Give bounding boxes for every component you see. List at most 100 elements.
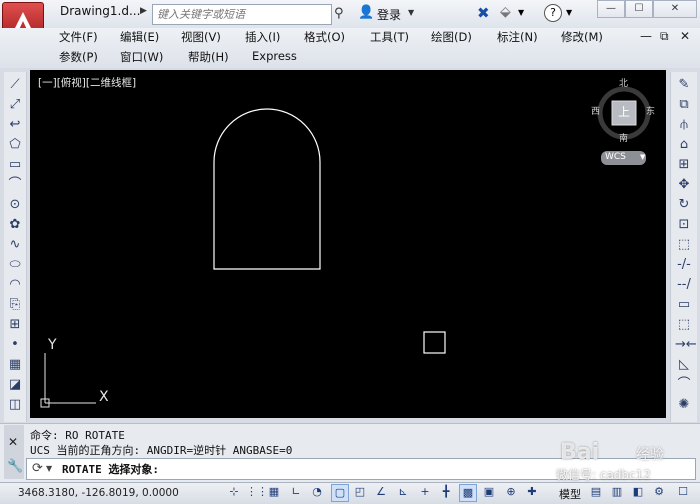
fillet-icon[interactable]: ◺ — [675, 356, 693, 374]
play-arrow-icon[interactable]: ▶ — [140, 6, 150, 20]
grid-display-icon[interactable]: ▦ — [266, 484, 282, 500]
arc-icon[interactable]: ⌒ — [6, 176, 24, 194]
maximize-icon[interactable]: ☐ — [625, 0, 653, 18]
chevron-down-icon[interactable]: ▼ — [46, 464, 52, 473]
menu-help[interactable]: 帮助(H) — [188, 49, 229, 65]
user-icon[interactable]: 👤 — [358, 5, 374, 20]
scale-icon[interactable]: ⊡ — [675, 216, 693, 234]
polygon-icon[interactable]: ⬠ — [6, 136, 24, 154]
object-snap-tracking-icon[interactable]: ∠ — [373, 484, 389, 500]
exchange-x-icon[interactable]: ✖ — [477, 4, 490, 22]
minimize-icon[interactable]: — — [597, 0, 625, 18]
explode-alt-icon[interactable]: ✺ — [675, 396, 693, 414]
construction-line-icon[interactable]: ⤢ — [6, 96, 24, 114]
3d-osnap-icon[interactable]: ◰ — [352, 484, 368, 500]
ellipse-arc-icon[interactable]: ◠ — [6, 276, 24, 294]
rectangle-icon[interactable]: ▭ — [6, 156, 24, 174]
viewcube-west-label[interactable]: 西 — [591, 104, 600, 117]
close-icon[interactable]: ✕ — [653, 0, 697, 18]
login-button[interactable]: 登录 — [377, 6, 401, 23]
viewport-label[interactable]: [一][俯视][二维线框] — [38, 75, 136, 90]
spline-icon[interactable]: ∿ — [6, 236, 24, 254]
stretch-icon[interactable]: ⬚ — [675, 236, 693, 254]
chevron-down-icon[interactable]: ▼ — [408, 8, 414, 17]
close-command-icon[interactable]: ✕ — [8, 435, 18, 449]
viewcube-top-face[interactable]: 上 — [618, 103, 630, 120]
copy-icon[interactable]: ⧉ — [675, 96, 693, 114]
menu-parametric[interactable]: 参数(P) — [59, 49, 98, 65]
drawing-canvas[interactable] — [30, 70, 666, 418]
doc-close-icon[interactable]: ✕ — [680, 29, 690, 43]
region-icon[interactable]: ◫ — [6, 396, 24, 414]
binoculars-icon[interactable]: ⚲ — [334, 6, 344, 21]
chevron-down-icon[interactable]: ▼ — [566, 8, 572, 17]
revcloud-icon[interactable]: ✿ — [6, 216, 24, 234]
menu-tools[interactable]: 工具(T) — [370, 29, 409, 45]
circle-icon[interactable]: ⊙ — [6, 196, 24, 214]
polyline-icon[interactable]: ↩ — [6, 116, 24, 134]
move-icon[interactable]: ✥ — [675, 176, 693, 194]
viewcube-south-label[interactable]: 南 — [619, 131, 628, 144]
infer-constraints-icon[interactable]: ⊹ — [226, 484, 242, 500]
erase-icon[interactable]: ✎ — [675, 76, 693, 94]
point-icon[interactable]: • — [6, 336, 24, 354]
exchange-apps-icon[interactable]: ⬙ — [500, 4, 511, 20]
menu-dimension[interactable]: 标注(N) — [497, 29, 538, 45]
chamfer-icon[interactable]: →← — [675, 336, 697, 354]
mirror-icon[interactable]: ⫛ — [675, 116, 693, 134]
make-block-icon[interactable]: ⊞ — [6, 316, 24, 334]
join-icon[interactable]: ⬚ — [675, 316, 693, 334]
ortho-mode-icon[interactable]: ∟ — [288, 484, 304, 500]
dynamic-input-icon[interactable]: + — [417, 484, 433, 500]
model-space-button[interactable]: 模型 — [559, 486, 581, 502]
snap-mode-icon[interactable]: ⋮⋮ — [246, 484, 268, 500]
polar-tracking-icon[interactable]: ◔ — [309, 484, 325, 500]
line-icon[interactable]: ⟋ — [6, 76, 24, 94]
command-recent-icon[interactable]: ⟳ — [32, 461, 43, 476]
ucs-dynamic-icon[interactable]: ⊾ — [395, 484, 411, 500]
explode-icon[interactable]: ⌒ — [675, 376, 693, 394]
menu-window[interactable]: 窗口(W) — [120, 49, 163, 65]
object-snap-icon[interactable]: ▢ — [331, 484, 349, 502]
break-icon[interactable]: ▭ — [675, 296, 693, 314]
wcs-menu[interactable]: WCS — [605, 152, 626, 162]
doc-restore-icon[interactable]: ⧉ — [660, 29, 669, 44]
doc-minimize-icon[interactable]: — — [640, 29, 652, 43]
array-icon[interactable]: ⊞ — [675, 156, 693, 174]
menu-modify[interactable]: 修改(M) — [561, 29, 603, 45]
chevron-down-icon[interactable]: ▼ — [518, 8, 524, 17]
offset-icon[interactable]: ⌂ — [675, 136, 693, 154]
clean-screen-icon[interactable]: ☐ — [675, 484, 691, 500]
viewcube-east-label[interactable]: 东 — [646, 104, 655, 117]
menu-insert[interactable]: 插入(I) — [245, 29, 280, 45]
annotation-scale-icon[interactable]: ◧ — [630, 484, 646, 500]
gradient-icon[interactable]: ◪ — [6, 376, 24, 394]
lineweight-icon[interactable]: ╋ — [438, 484, 454, 500]
menu-edit[interactable]: 编辑(E) — [120, 29, 159, 45]
help-icon[interactable]: ? — [544, 4, 562, 22]
coordinates-readout[interactable]: 3468.3180, -126.8019, 0.0000 — [18, 487, 179, 499]
quick-view-drawings-icon[interactable]: ▥ — [609, 484, 625, 500]
chevron-down-icon[interactable]: ▼ — [640, 153, 645, 161]
quick-view-layouts-icon[interactable]: ▤ — [588, 484, 604, 500]
ellipse-icon[interactable]: ⬭ — [6, 256, 24, 274]
transparency-icon[interactable]: ▩ — [459, 484, 477, 502]
menu-draw[interactable]: 绘图(D) — [431, 29, 472, 45]
annotation-monitor-icon[interactable]: ✚ — [524, 484, 540, 500]
search-input[interactable]: 键入关键字或短语 — [152, 4, 332, 25]
rotate-icon[interactable]: ↻ — [675, 196, 693, 214]
selection-cycling-icon[interactable]: ⊕ — [503, 484, 519, 500]
trim-icon[interactable]: -/- — [675, 256, 693, 274]
wrench-icon[interactable]: 🔧 — [7, 459, 23, 474]
menu-file[interactable]: 文件(F) — [59, 29, 98, 45]
quick-properties-icon[interactable]: ▣ — [481, 484, 497, 500]
hatch-icon[interactable]: ▦ — [6, 356, 24, 374]
menu-express[interactable]: Express — [252, 49, 297, 63]
extend-icon[interactable]: --/ — [675, 276, 693, 294]
viewcube-north-label[interactable]: 北 — [619, 76, 628, 89]
command-prompt: ROTATE 选择对象: — [62, 463, 159, 476]
insert-block-icon[interactable]: ⎘ — [6, 296, 24, 314]
workspace-icon[interactable]: ⚙ — [651, 484, 667, 500]
menu-format[interactable]: 格式(O) — [304, 29, 345, 45]
menu-view[interactable]: 视图(V) — [181, 29, 221, 45]
